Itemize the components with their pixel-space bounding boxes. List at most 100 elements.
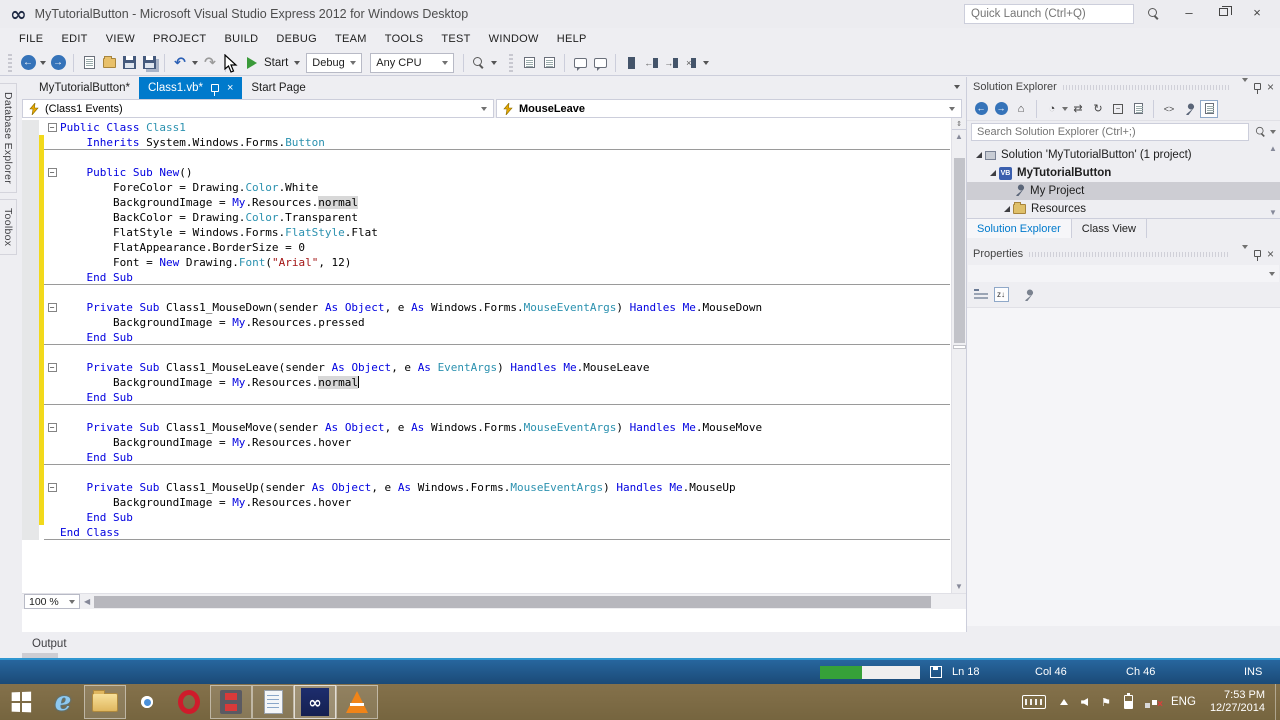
redo-button[interactable]: ↷: [201, 54, 219, 72]
pin-tab-icon[interactable]: [210, 84, 219, 96]
code-line[interactable]: [22, 345, 950, 360]
volume-icon[interactable]: [1081, 698, 1089, 706]
solution-config-select[interactable]: Debug: [306, 52, 363, 73]
show-desktop-button[interactable]: [1275, 684, 1280, 720]
taskbar-internet-explorer[interactable]: e: [42, 684, 84, 720]
toolbar-grip[interactable]: [8, 53, 12, 72]
breakpoint-margin[interactable]: [22, 525, 39, 540]
breakpoint-margin[interactable]: [22, 465, 39, 480]
breakpoint-margin[interactable]: [22, 135, 39, 150]
uncomment-icon[interactable]: [591, 54, 609, 72]
se-switch-views-icon[interactable]: ⇄: [1069, 100, 1087, 118]
fold-toggle-icon[interactable]: −: [47, 123, 57, 132]
code-editor[interactable]: − Public Class Class1 Inherits System.Win…: [22, 118, 966, 593]
code-line[interactable]: − Private Sub Class1_MouseDown(sender As…: [22, 300, 950, 315]
se-forward-icon[interactable]: →: [992, 100, 1010, 118]
code-line[interactable]: BackgroundImage = My.Resources.hover: [22, 495, 950, 510]
breakpoint-margin[interactable]: [22, 480, 39, 495]
touch-keyboard-icon[interactable]: [1022, 695, 1047, 709]
start-dropdown[interactable]: [294, 60, 301, 65]
hscroll-thumb[interactable]: [94, 595, 932, 608]
decrease-indent-icon[interactable]: [520, 54, 538, 72]
se-sync-active-doc-icon[interactable]: [1200, 99, 1218, 118]
properties-object-select[interactable]: [968, 265, 1279, 282]
code-line[interactable]: − Private Sub Class1_MouseLeave(sender A…: [22, 360, 950, 375]
show-hidden-icons[interactable]: [1060, 699, 1069, 705]
property-pages-icon[interactable]: [1019, 286, 1037, 304]
code-line[interactable]: − Public Sub New(): [22, 165, 950, 180]
start-button[interactable]: [0, 684, 42, 720]
breakpoint-margin[interactable]: [22, 225, 39, 240]
vertical-scrollbar[interactable]: ⇕ ▲ ▼: [951, 118, 966, 593]
solution-search-input[interactable]: [971, 123, 1249, 141]
taskbar-chrome[interactable]: [126, 684, 168, 720]
menu-test[interactable]: TEST: [432, 33, 479, 45]
breakpoint-margin[interactable]: [22, 345, 39, 360]
se-collapse-all-icon[interactable]: −: [1109, 100, 1127, 118]
hscroll-left-arrow[interactable]: ◀: [80, 597, 94, 606]
undo-dropdown[interactable]: [192, 60, 198, 65]
next-bookmark-icon[interactable]: →: [662, 54, 680, 72]
code-line[interactable]: End Sub: [22, 270, 950, 285]
tree-scrollbar[interactable]: ▲ ▼: [1267, 143, 1279, 218]
code-line[interactable]: − Private Sub Class1_MouseMove(sender As…: [22, 420, 950, 435]
start-debug-icon[interactable]: [245, 54, 263, 72]
breakpoint-margin[interactable]: [22, 360, 39, 375]
previous-bookmark-icon[interactable]: ←: [642, 54, 660, 72]
code-line[interactable]: End Sub: [22, 330, 950, 345]
battery-icon[interactable]: [1124, 693, 1134, 709]
pin-panel-icon[interactable]: [1253, 249, 1261, 261]
tree-item-project[interactable]: VB MyTutorialButton: [967, 164, 1280, 182]
save-button[interactable]: [120, 54, 138, 72]
expanded-arrow-icon[interactable]: [990, 170, 996, 176]
breakpoint-margin[interactable]: [22, 315, 39, 330]
se-refresh-icon[interactable]: ↻: [1089, 100, 1107, 118]
expanded-arrow-icon[interactable]: [1004, 206, 1010, 212]
menu-tools[interactable]: TOOLS: [376, 33, 433, 45]
toggle-bookmark-icon[interactable]: [622, 54, 640, 72]
taskbar-notepad[interactable]: [252, 685, 294, 719]
breakpoint-margin[interactable]: [22, 450, 39, 465]
fold-toggle-icon[interactable]: −: [47, 168, 57, 177]
fold-toggle-icon[interactable]: −: [47, 423, 57, 432]
code-line[interactable]: FlatStyle = Windows.Forms.FlatStyle.Flat: [22, 225, 950, 240]
taskbar-movie-maker[interactable]: [210, 685, 252, 719]
scroll-thumb[interactable]: [954, 158, 965, 343]
pin-panel-icon[interactable]: [1253, 82, 1261, 94]
minimize-button[interactable]: –: [1172, 0, 1206, 24]
types-dropdown[interactable]: (Class1 Events): [22, 99, 494, 118]
zoom-select[interactable]: 100 %: [24, 594, 80, 609]
code-line[interactable]: End Sub: [22, 510, 950, 525]
toolbar-overflow[interactable]: [491, 60, 498, 65]
taskbar-visual-studio[interactable]: ∞: [294, 685, 336, 719]
code-line[interactable]: [22, 405, 950, 420]
menu-help[interactable]: HELP: [548, 33, 596, 45]
menu-window[interactable]: WINDOW: [480, 33, 548, 45]
open-file-button[interactable]: [100, 54, 118, 72]
language-indicator[interactable]: ENG: [1171, 696, 1196, 708]
scroll-up-arrow[interactable]: ▲: [952, 130, 966, 143]
breakpoint-margin[interactable]: [22, 210, 39, 225]
code-line[interactable]: BackgroundImage = My.Resources.normal: [22, 195, 950, 210]
code-line[interactable]: Font = New Drawing.Font("Arial", 12): [22, 255, 950, 270]
menu-file[interactable]: FILE: [10, 33, 52, 45]
breakpoint-margin[interactable]: [22, 150, 39, 165]
close-panel-icon[interactable]: ×: [1267, 247, 1274, 261]
breakpoint-margin[interactable]: [22, 285, 39, 300]
breakpoint-margin[interactable]: [22, 390, 39, 405]
platform-select[interactable]: Any CPU: [370, 52, 455, 73]
se-pending-changes-icon[interactable]: ◔: [1043, 100, 1061, 118]
breakpoint-margin[interactable]: [22, 255, 39, 270]
close-tab-icon[interactable]: ×: [227, 82, 233, 94]
solution-explorer-bottom-tab[interactable]: Solution Explorer: [967, 219, 1072, 238]
fold-toggle-icon[interactable]: −: [47, 303, 57, 312]
navigate-back-button[interactable]: ←: [19, 54, 37, 72]
code-line[interactable]: [22, 285, 950, 300]
clear-bookmarks-icon[interactable]: ×: [682, 54, 700, 72]
breakpoint-margin[interactable]: [22, 195, 39, 210]
code-line[interactable]: − Private Sub Class1_MouseUp(sender As O…: [22, 480, 950, 495]
breakpoint-margin[interactable]: [22, 300, 39, 315]
breakpoint-margin[interactable]: [22, 495, 39, 510]
increase-indent-icon[interactable]: [540, 54, 558, 72]
solution-search-icon[interactable]: [1255, 126, 1266, 137]
